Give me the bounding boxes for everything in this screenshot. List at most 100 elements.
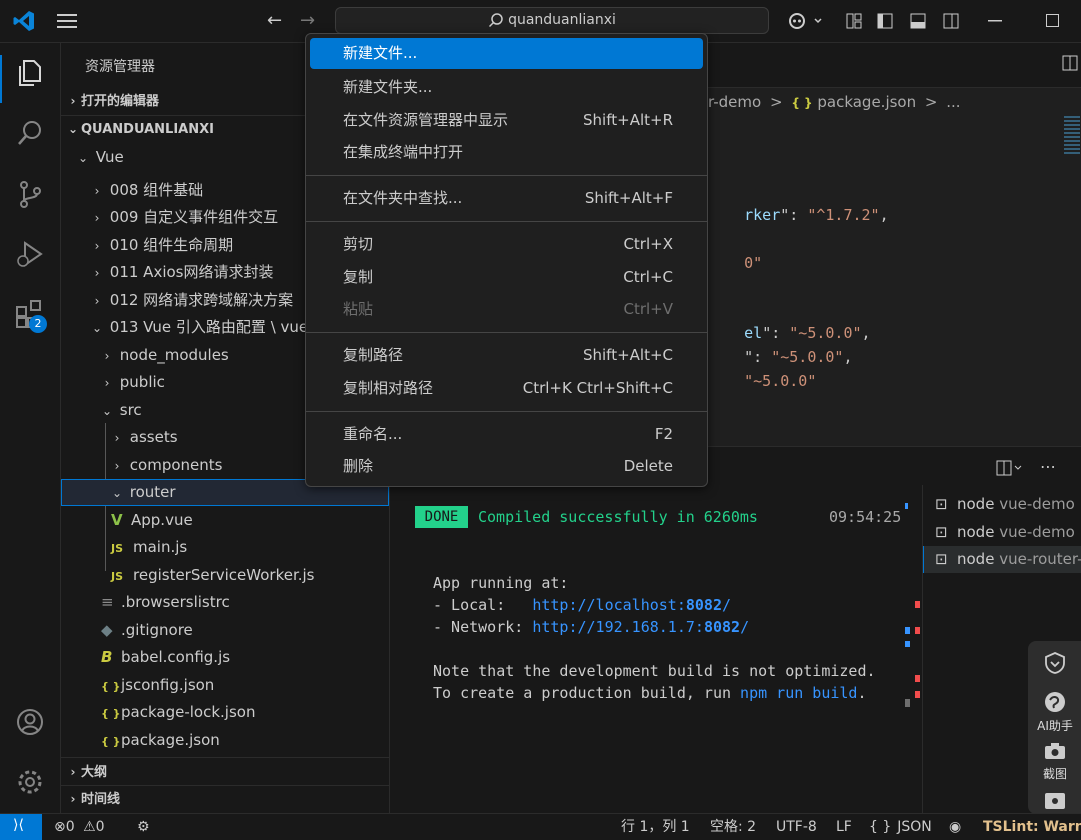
outline-section[interactable]: › 大纲 [61,759,389,786]
language-mode[interactable]: { } JSON [869,814,932,840]
menu-new-folder[interactable]: 新建文件夹... [310,72,703,103]
maximize-icon[interactable] [1046,14,1060,28]
source-control-icon[interactable] [15,179,45,209]
menu-reveal-in-explorer[interactable]: 在文件资源管理器中显示 Shift+Alt+R [310,105,703,136]
menu-separator [306,175,707,176]
indentation[interactable]: 空格: 2 [710,814,756,840]
file-package-lock[interactable]: { }package-lock.json [61,699,389,726]
forward-arrow-icon[interactable]: → [300,10,315,31]
remote-indicator[interactable]: ⟩⟨ [0,814,42,840]
context-menu: 新建文件... 新建文件夹... 在文件资源管理器中显示 Shift+Alt+R … [305,33,708,487]
terminal-tab[interactable]: ⊡ node vue-demo [923,491,1081,517]
scroll-marker [905,503,908,509]
file-gitignore[interactable]: ◆ .gitignore [61,617,389,644]
menu-rename[interactable]: 重命名... F2 [310,419,703,450]
activity-bar: 2 [0,43,61,813]
language-label: JSON [897,819,932,835]
chevron-down-icon: ⌄ [77,151,89,165]
split-terminal-icon[interactable] [996,460,1024,476]
menu-label: 新建文件夹... [343,78,433,96]
code-line: "~5.0.0" [708,354,816,408]
file-main-js[interactable]: JS main.js [61,534,389,561]
tree-label: Vue [95,148,124,166]
tree-label: babel.config.js [121,648,231,666]
outline-label: 大纲 [81,765,108,780]
chevron-right-icon: › [104,376,110,390]
accounts-icon[interactable] [15,707,45,737]
ai-assistant-icon[interactable] [1044,691,1066,713]
copilot-icon[interactable] [788,11,822,31]
menu-paste[interactable]: 粘贴 Ctrl+V [310,294,703,325]
file-jsconfig[interactable]: { }jsconfig.json [61,672,389,699]
tree-label: .gitignore [121,621,193,639]
screenshot-label: 截图 [1042,767,1067,781]
terminal-tab[interactable]: ⊡ node vue-demo [923,519,1081,545]
menu-label: 剪切 [343,235,374,253]
breadcrumb-folder[interactable]: r-demo [708,93,761,111]
chevron-right-icon: › [114,431,120,445]
warning-icon: ⚠ [83,819,96,835]
record-icon[interactable] [1044,792,1066,810]
json-value: "^1.7.2" [807,206,880,224]
menu-new-file[interactable]: 新建文件... [310,38,703,69]
cursor-position[interactable]: 行 1，列 1 [621,814,690,840]
encoding[interactable]: UTF-8 [776,814,817,840]
terminal-tab-active[interactable]: ⊡ node vue-router-d [923,546,1081,573]
customize-layout-icon[interactable] [846,13,862,29]
terminal-tab-desc: vue-demo [999,495,1075,513]
tree-label: 012 网络请求跨域解决方案 [109,291,294,309]
debug-icon[interactable]: ⚙ [137,814,150,840]
js-file-icon: JS [111,542,124,555]
file-register-sw[interactable]: JS registerServiceWorker.js [61,562,389,589]
explorer-icon[interactable] [15,58,45,88]
menu-shortcut: Shift+Alt+F [584,189,673,207]
toggle-sidebar-icon[interactable] [877,13,893,29]
split-editor-icon[interactable] [1062,55,1078,71]
menu-cut[interactable]: 剪切 Ctrl+X [310,229,703,260]
settings-gear-icon[interactable] [15,767,45,797]
shield-icon[interactable] [1043,651,1067,675]
menu-icon[interactable] [57,13,77,29]
file-package-json[interactable]: { }package.json [61,727,389,754]
menu-copy-path[interactable]: 复制路径 Shift+Alt+C [310,340,703,371]
tree-label: components [129,456,223,474]
more-actions-icon[interactable]: ⋯ [1040,457,1056,476]
local-url-link[interactable]: http://localhost: [532,596,686,614]
file-browserslistrc[interactable]: ≡ .browserslistrc [61,589,389,616]
terminal-icon: ⊡ [935,523,948,541]
menu-delete[interactable]: 删除 Delete [310,451,703,482]
problems-indicator[interactable]: ⊗0 ⚠0 [54,814,105,840]
breadcrumb-more[interactable]: ... [946,93,960,111]
menu-label: 重命名... [343,425,403,443]
menu-copy-relative-path[interactable]: 复制相对路径 Ctrl+K Ctrl+Shift+C [310,373,703,404]
workspace-label: QUANDUANLIANXI [81,122,214,137]
tslint-status[interactable]: TSLint: Warnin [983,814,1081,840]
menu-open-in-terminal[interactable]: 在集成终端中打开 [310,137,703,168]
tree-label: assets [129,428,178,446]
timeline-section[interactable]: › 时间线 [61,786,389,813]
toggle-panel-icon[interactable] [910,13,926,29]
tree-label: main.js [133,538,188,556]
camera-icon[interactable] [1044,742,1066,760]
copilot-status-icon[interactable]: ◉ [949,814,961,840]
status-bar: ⟩⟨ ⊗0 ⚠0 ⚙ 行 1，列 1 空格: 2 UTF-8 LF { } JSO… [0,813,1081,840]
file-app-vue[interactable]: V App.vue [61,507,389,534]
toggle-secondary-sidebar-icon[interactable] [943,13,959,29]
minimize-icon[interactable] [988,20,1002,22]
terminal-panel: ⋯ DONE Compiled successfully in 6260ms 0… [390,446,1081,814]
run-debug-icon[interactable] [15,239,45,269]
network-url-link[interactable]: http://192.168.1.7: [532,618,704,636]
scroll-marker [915,691,920,698]
menu-separator [306,332,707,333]
menu-copy[interactable]: 复制 Ctrl+C [310,262,703,293]
end-of-line[interactable]: LF [836,814,852,840]
tree-label: 008 组件基础 [109,181,204,199]
command-center-search[interactable]: quanduanlianxi [335,7,769,34]
file-babel-config[interactable]: Bbabel.config.js [61,644,389,671]
json-value: 0" [744,254,763,272]
tree-label: 009 自定义事件组件交互 [109,208,279,226]
menu-find-in-folder[interactable]: 在文件夹中查找... Shift+Alt+F [310,183,703,214]
breadcrumb-file[interactable]: package.json [817,93,916,111]
search-activity-icon[interactable] [15,118,45,148]
back-arrow-icon[interactable]: ← [267,10,282,31]
